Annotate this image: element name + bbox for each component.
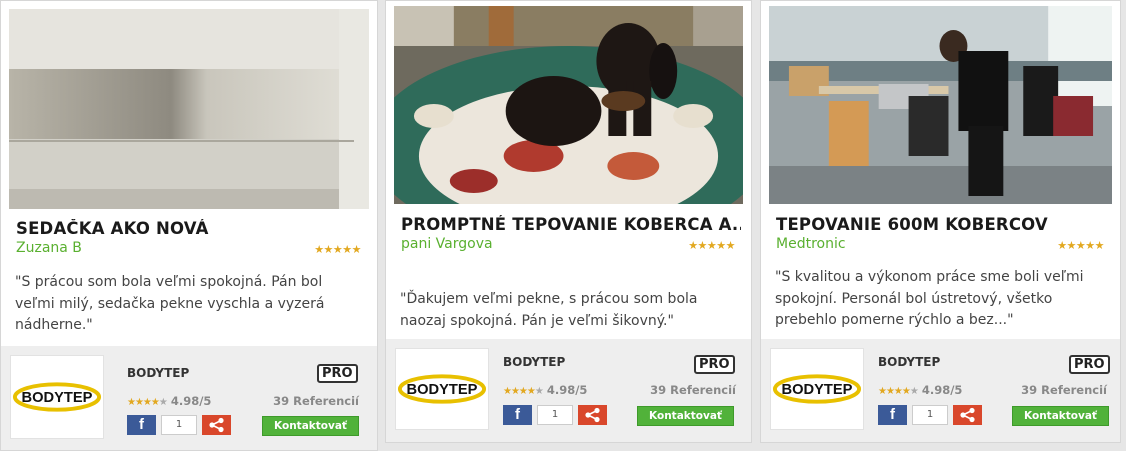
pro-badge: PRO (1069, 355, 1110, 374)
references-link[interactable]: 39 Referencií (273, 394, 359, 408)
share-count: 1 (912, 405, 948, 425)
rating-stars: ★★★★ (127, 397, 160, 408)
company-logo[interactable]: BODYTEP (770, 348, 864, 430)
provider-footer: BODYTEP BODYTEP PRO ★★★★★ 4.98/5 39 Refe… (386, 339, 751, 442)
rating-star-empty: ★ (909, 386, 919, 397)
company-logo[interactable]: BODYTEP (10, 355, 104, 439)
company-name[interactable]: BODYTEP (878, 355, 940, 369)
review-card[interactable]: TEPOVANIE 600M KOBERCOV Medtronic ★★★★★ … (760, 0, 1121, 443)
company-logo[interactable]: BODYTEP (395, 348, 489, 430)
references-link[interactable]: 39 Referencií (650, 383, 736, 397)
share-icon (585, 407, 600, 423)
review-stars: ★★★★★ (688, 239, 735, 252)
rating-value: 4.98/5 (546, 383, 588, 397)
company-name[interactable]: BODYTEP (503, 355, 565, 369)
rating-stars: ★★★★ (503, 386, 536, 397)
rating-value: 4.98/5 (170, 394, 212, 408)
office-image (769, 6, 1112, 204)
company-name[interactable]: BODYTEP (127, 366, 189, 380)
pro-badge: PRO (694, 355, 735, 374)
share-count: 1 (537, 405, 573, 425)
pro-badge: PRO (317, 364, 358, 383)
contact-button[interactable]: Kontaktovať (637, 406, 734, 426)
provider-footer: BODYTEP BODYTEP PRO ★★★★★ 4.98/5 39 Refe… (761, 339, 1120, 442)
rating-star-empty: ★ (158, 397, 168, 408)
bodytep-logo-icon: BODYTEP (397, 374, 487, 404)
review-card[interactable]: SEDAČKA AKO NOVÁ Zuzana B ★★★★★ "S práco… (0, 0, 378, 451)
facebook-share-button[interactable]: f (503, 405, 532, 425)
sofa-image (9, 9, 369, 209)
review-author: pani Vargova (401, 236, 493, 252)
company-rating: ★★★★★ 4.98/5 (878, 383, 962, 397)
bodytep-logo-icon: BODYTEP (772, 374, 862, 404)
company-rating: ★★★★★ 4.98/5 (127, 394, 211, 408)
share-icon (960, 407, 975, 423)
rating-value: 4.98/5 (921, 383, 963, 397)
review-title[interactable]: SEDAČKA AKO NOVÁ (16, 219, 367, 238)
svg-text:BODYTEP: BODYTEP (782, 382, 853, 398)
share-button[interactable] (202, 415, 231, 435)
provider-footer: BODYTEP BODYTEP PRO ★★★★★ 4.98/5 39 Refe… (1, 346, 377, 450)
share-count: 1 (161, 415, 197, 435)
review-author: Medtronic (776, 236, 846, 252)
review-card[interactable]: PROMPTNÉ TEPOVANIE KOBERCA A... pani Var… (385, 0, 752, 443)
review-stars: ★★★★★ (314, 243, 361, 256)
review-quote: "S prácou som bola veľmi spokojná. Pán b… (15, 274, 325, 333)
review-title[interactable]: TEPOVANIE 600M KOBERCOV (776, 215, 1110, 234)
facebook-share-button[interactable]: f (878, 405, 907, 425)
company-rating: ★★★★★ 4.98/5 (503, 383, 587, 397)
facebook-share-button[interactable]: f (127, 415, 156, 435)
references-link[interactable]: 39 Referencií (1021, 383, 1107, 397)
contact-button[interactable]: Kontaktovať (262, 416, 359, 436)
dachshund-image (394, 6, 743, 204)
bodytep-logo-icon: BODYTEP (12, 382, 102, 412)
review-stars: ★★★★★ (1057, 239, 1104, 252)
share-icon (209, 417, 224, 433)
rating-stars: ★★★★ (878, 386, 911, 397)
review-author: Zuzana B (16, 240, 82, 256)
review-quote: "S kvalitou a výkonom práce sme boli veľ… (775, 269, 1084, 328)
share-button[interactable] (578, 405, 607, 425)
svg-text:BODYTEP: BODYTEP (407, 382, 478, 398)
review-photo[interactable] (769, 6, 1112, 204)
review-quote: "Ďakujem veľmi pekne, s prácou som bola … (400, 291, 698, 329)
review-title[interactable]: PROMPTNÉ TEPOVANIE KOBERCA A... (401, 215, 741, 234)
review-photo[interactable] (394, 6, 743, 204)
share-button[interactable] (953, 405, 982, 425)
review-photo[interactable] (9, 9, 369, 209)
contact-button[interactable]: Kontaktovať (1012, 406, 1109, 426)
rating-star-empty: ★ (534, 386, 544, 397)
svg-text:BODYTEP: BODYTEP (22, 390, 93, 406)
